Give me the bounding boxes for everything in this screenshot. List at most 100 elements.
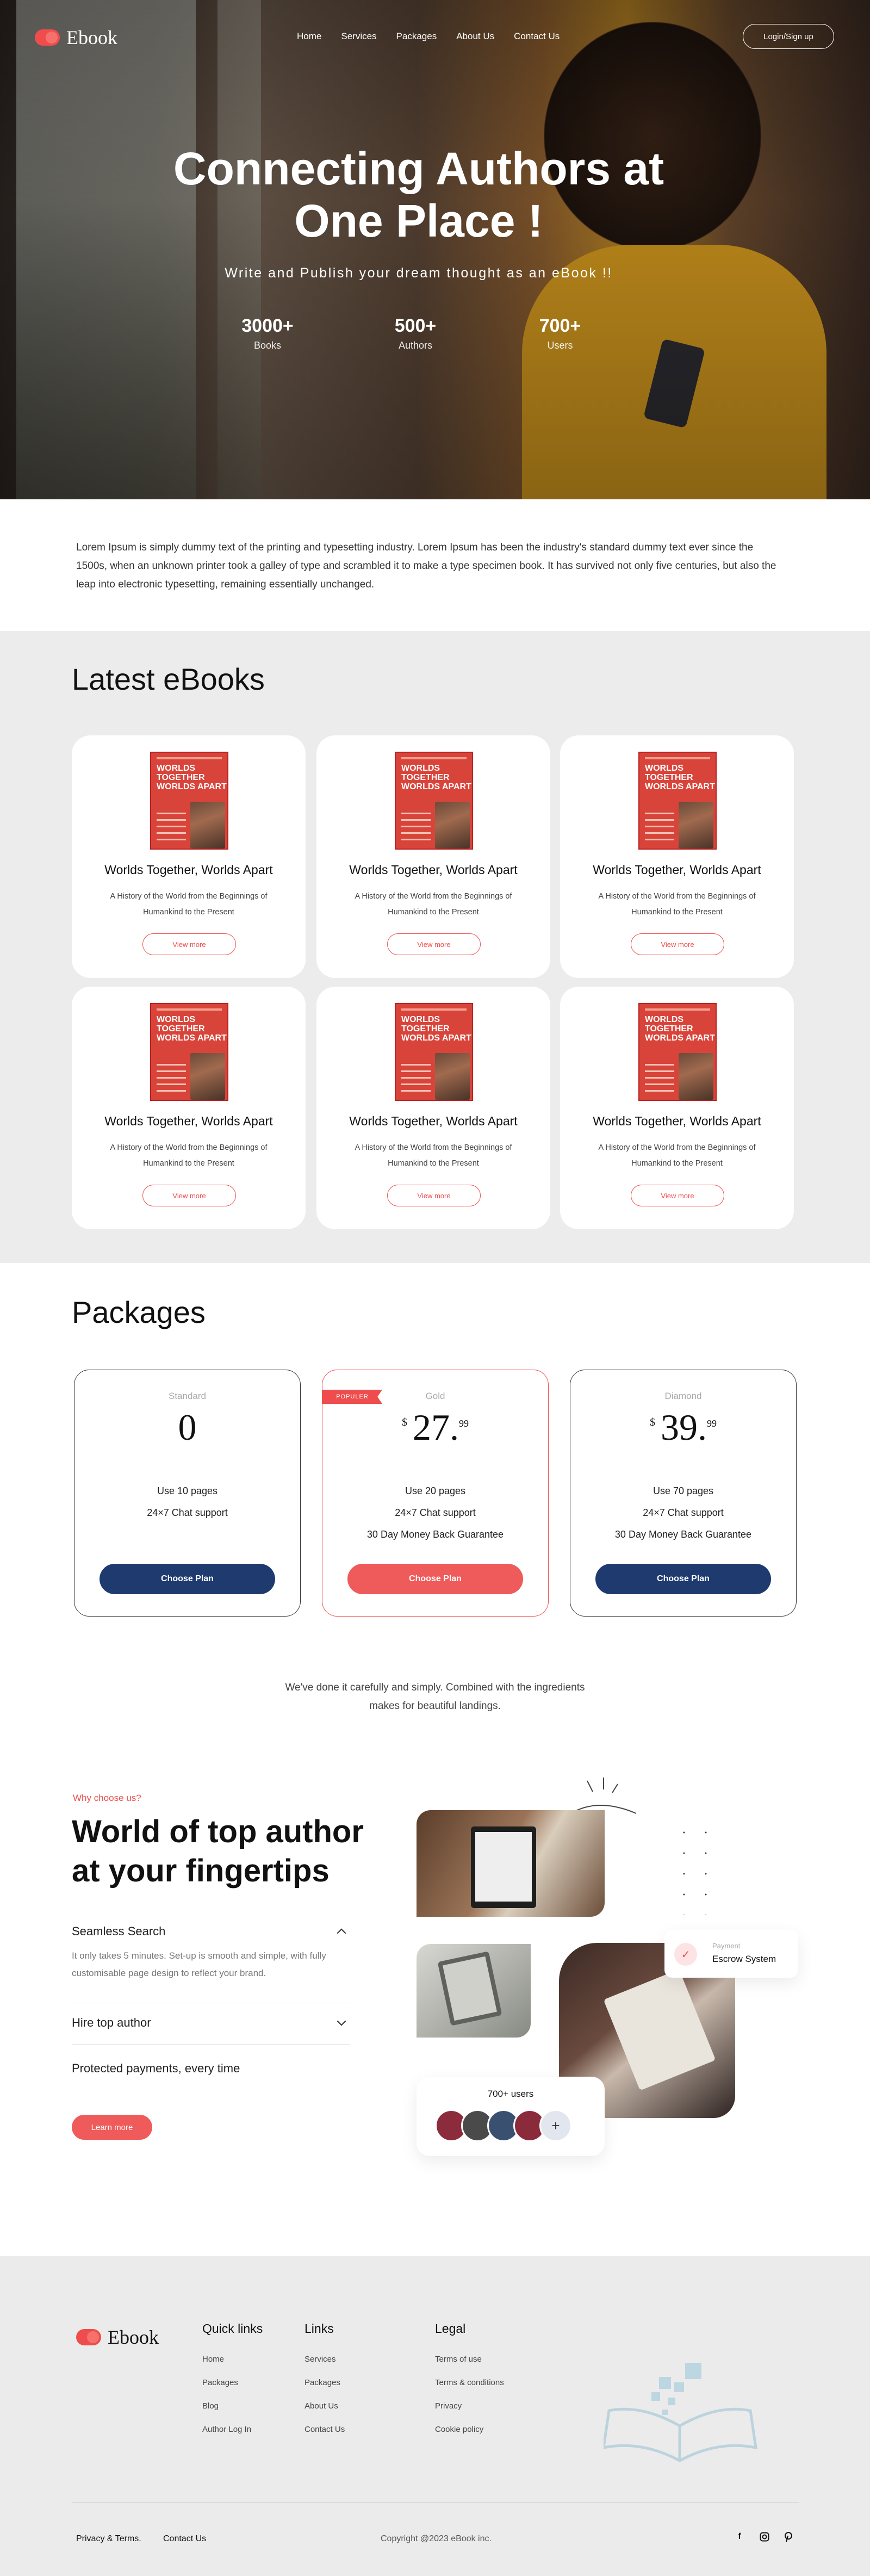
users-label: 700+ users bbox=[487, 2089, 534, 2099]
view-more-button[interactable]: View more bbox=[387, 1185, 481, 1206]
logo-text: Ebook bbox=[66, 27, 117, 48]
footer-legal: Legal Terms of use Terms & conditions Priv… bbox=[435, 2321, 504, 2434]
pinterest-icon[interactable] bbox=[782, 2530, 795, 2543]
nav-packages[interactable]: Packages bbox=[396, 31, 437, 42]
logo-icon bbox=[35, 29, 60, 46]
plan-name: Diamond bbox=[664, 1391, 702, 1401]
open-book-illustration-icon bbox=[604, 2363, 757, 2462]
choose-plan-button[interactable]: Choose Plan bbox=[595, 1564, 771, 1594]
accordion-seamless-search[interactable]: Seamless Search bbox=[72, 1924, 350, 1939]
book-cover[interactable]: WORLDS TOGETHER WORLDS APART bbox=[638, 1003, 717, 1101]
book-title: Worlds Together, Worlds Apart bbox=[349, 1114, 518, 1128]
book-description: A History of the World from the Beginnin… bbox=[598, 892, 756, 917]
book-description: A History of the World from the Beginnin… bbox=[598, 1143, 756, 1168]
view-more-button[interactable]: View more bbox=[631, 1185, 724, 1206]
photo-tablet bbox=[417, 1944, 531, 2038]
footer-link[interactable]: Home bbox=[202, 2355, 263, 2364]
ebook-card: WORLDS TOGETHER WORLDS APART Worlds Toget… bbox=[560, 987, 794, 1229]
hero-section: Ebook Home Services Packages About Us Co… bbox=[0, 0, 870, 499]
footer-logo[interactable]: Ebook bbox=[76, 2326, 159, 2349]
nav-services[interactable]: Services bbox=[341, 31, 376, 42]
hero-overlay bbox=[0, 0, 870, 499]
divider bbox=[72, 2044, 350, 2045]
photo-ereader-books bbox=[417, 1810, 605, 1917]
footer-link[interactable]: Terms & conditions bbox=[435, 2378, 504, 2387]
instagram-icon[interactable] bbox=[758, 2530, 771, 2543]
book-cover[interactable]: WORLDS TOGETHER WORLDS APART bbox=[150, 1003, 228, 1101]
plan-name: Standard bbox=[169, 1391, 206, 1401]
privacy-terms-link[interactable]: Privacy & Terms. bbox=[76, 2534, 141, 2544]
tagline: We've done it carefully and simply. Comb… bbox=[285, 1682, 585, 1712]
decorative-dots bbox=[673, 1822, 722, 1915]
footer-contact-link[interactable]: Contact Us bbox=[163, 2534, 206, 2544]
plan-price: $39.99 bbox=[650, 1407, 717, 1448]
view-more-button[interactable]: View more bbox=[387, 933, 481, 955]
footer-link[interactable]: About Us bbox=[304, 2401, 345, 2411]
view-more-button[interactable]: View more bbox=[142, 933, 236, 955]
payment-label: Payment bbox=[712, 1942, 741, 1950]
accordion-hire-top-author[interactable]: Hire top author bbox=[72, 2016, 350, 2030]
hero-title: Connecting Authors at One Place ! bbox=[173, 143, 664, 246]
accordion-protected-payments[interactable]: Protected payments, every time bbox=[72, 2061, 350, 2076]
users-card: 700+ users + bbox=[417, 2077, 605, 2156]
view-more-button[interactable]: View more bbox=[631, 933, 724, 955]
footer-link[interactable]: Privacy bbox=[435, 2401, 504, 2411]
latest-ebooks-heading: Latest eBooks bbox=[72, 662, 265, 696]
footer-link[interactable]: Packages bbox=[304, 2378, 345, 2387]
book-title: Worlds Together, Worlds Apart bbox=[349, 863, 518, 877]
learn-more-button[interactable]: Learn more bbox=[72, 2115, 152, 2140]
footer-link[interactable]: Services bbox=[304, 2355, 345, 2364]
logo-icon bbox=[76, 2329, 101, 2345]
footer-link[interactable]: Packages bbox=[202, 2378, 263, 2387]
footer-quick-links: Quick links Home Packages Blog Author Log I… bbox=[202, 2321, 263, 2434]
book-cover[interactable]: WORLDS TOGETHER WORLDS APART bbox=[638, 752, 717, 850]
plan-price: $27.99 bbox=[402, 1407, 469, 1448]
hero-subtitle: Write and Publish your dream thought as … bbox=[225, 265, 613, 281]
footer-link[interactable]: Author Log In bbox=[202, 2425, 263, 2434]
plan-name: Gold bbox=[425, 1391, 445, 1401]
chevron-down-icon bbox=[337, 2016, 346, 2026]
ebook-card: WORLDS TOGETHER WORLDS APART Worlds Toget… bbox=[560, 735, 794, 978]
facebook-icon[interactable]: f bbox=[733, 2530, 746, 2543]
plan-features: Use 70 pages 24×7 Chat support 30 Day Mone… bbox=[614, 1485, 752, 1540]
why-eyebrow: Why choose us? bbox=[73, 1793, 141, 1803]
stat-books: 3000+ Books bbox=[241, 315, 294, 351]
book-title: Worlds Together, Worlds Apart bbox=[593, 1114, 761, 1128]
footer-link[interactable]: Cookie policy bbox=[435, 2425, 504, 2434]
book-cover[interactable]: WORLDS TOGETHER WORLDS APART bbox=[150, 752, 228, 850]
stat-authors: 500+ Authors bbox=[394, 315, 437, 351]
book-title: Worlds Together, Worlds Apart bbox=[104, 1114, 273, 1128]
header-logo[interactable]: Ebook bbox=[35, 26, 117, 49]
nav-contact-us[interactable]: Contact Us bbox=[514, 31, 560, 42]
ebook-card: WORLDS TOGETHER WORLDS APART Worlds Toget… bbox=[72, 735, 306, 978]
intro-paragraph: Lorem Ipsum is simply dummy text of the … bbox=[76, 542, 776, 590]
login-signup-button[interactable]: Login/Sign up bbox=[743, 24, 834, 49]
book-cover[interactable]: WORLDS TOGETHER WORLDS APART bbox=[395, 752, 473, 850]
footer-divider bbox=[72, 2502, 799, 2503]
choose-plan-button[interactable]: Choose Plan bbox=[347, 1564, 523, 1594]
ebook-card: WORLDS TOGETHER WORLDS APART Worlds Toget… bbox=[316, 735, 550, 978]
add-user-icon[interactable]: + bbox=[539, 2109, 572, 2142]
book-cover[interactable]: WORLDS TOGETHER WORLDS APART bbox=[395, 1003, 473, 1101]
copyright: Copyright @2023 eBook inc. bbox=[381, 2534, 492, 2543]
chevron-up-icon bbox=[337, 1928, 346, 1938]
packages-heading: Packages bbox=[72, 1295, 206, 1329]
footer-link[interactable]: Contact Us bbox=[304, 2425, 345, 2434]
plan-gold: POPULER Gold $27.99 Use 20 pages 24×7 Cha… bbox=[322, 1370, 549, 1617]
main-nav: Home Services Packages About Us Contact … bbox=[297, 31, 560, 42]
footer-links: Links Services Packages About Us Contact Us bbox=[304, 2321, 345, 2434]
plan-features: Use 20 pages 24×7 Chat support 30 Day Mone… bbox=[366, 1485, 504, 1540]
nav-about-us[interactable]: About Us bbox=[456, 31, 494, 42]
plan-standard: Standard 0 Use 10 pages 24×7 Chat support… bbox=[74, 1370, 301, 1617]
plan-price: 0 bbox=[178, 1407, 197, 1448]
nav-home[interactable]: Home bbox=[297, 31, 321, 42]
footer-link[interactable]: Blog bbox=[202, 2401, 263, 2411]
view-more-button[interactable]: View more bbox=[142, 1185, 236, 1206]
book-description: A History of the World from the Beginnin… bbox=[110, 1143, 268, 1168]
footer-link[interactable]: Terms of use bbox=[435, 2355, 504, 2364]
plan-diamond: Diamond $39.99 Use 70 pages 24×7 Chat sup… bbox=[570, 1370, 797, 1617]
choose-plan-button[interactable]: Choose Plan bbox=[100, 1564, 275, 1594]
check-icon: ✓ bbox=[674, 1943, 697, 1966]
ebook-card: WORLDS TOGETHER WORLDS APART Worlds Toget… bbox=[316, 987, 550, 1229]
book-title: Worlds Together, Worlds Apart bbox=[104, 863, 273, 877]
